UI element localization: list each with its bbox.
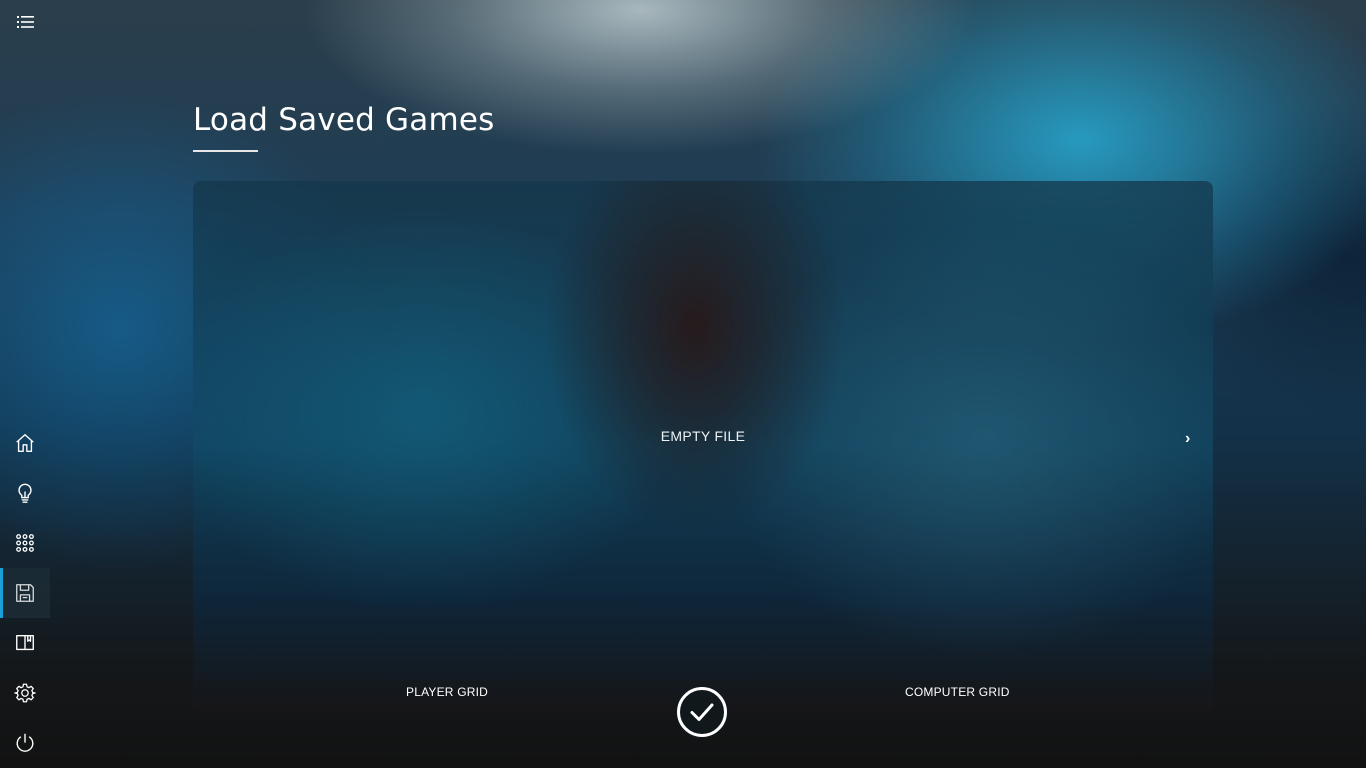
computer-grid-label: COMPUTER GRID [905,685,1010,699]
book-icon [16,634,34,651]
page-title: Load Saved Games [193,102,495,138]
title-underline [193,150,258,152]
save-disk-icon [16,584,34,602]
checkmark-icon [677,687,727,737]
grid-dots-icon [16,534,34,552]
power-icon [16,733,34,752]
sidebar-item-manual[interactable] [0,618,50,668]
confirm-load-button[interactable] [675,685,729,739]
sidebar-item-home[interactable] [0,418,50,468]
sidebar-item-settings[interactable] [0,668,50,718]
sidebar-item-saved-games[interactable] [0,568,50,618]
gear-icon [14,683,36,703]
menu-button[interactable] [14,12,38,32]
save-file-label: EMPTY FILE [660,428,746,444]
sidebar-item-quit[interactable] [0,718,50,768]
lightbulb-icon [18,483,32,503]
sidebar-item-apps[interactable] [0,518,50,568]
player-grid-label: PLAYER GRID [406,685,488,699]
list-menu-icon [17,16,34,28]
home-icon [16,434,34,452]
sidebar [0,418,50,768]
next-slot-arrow[interactable]: › [1185,430,1190,448]
save-slot-panel[interactable]: EMPTY FILE › PLAYER GRID COMPUTER GRID [193,181,1213,712]
sidebar-item-tips[interactable] [0,468,50,518]
